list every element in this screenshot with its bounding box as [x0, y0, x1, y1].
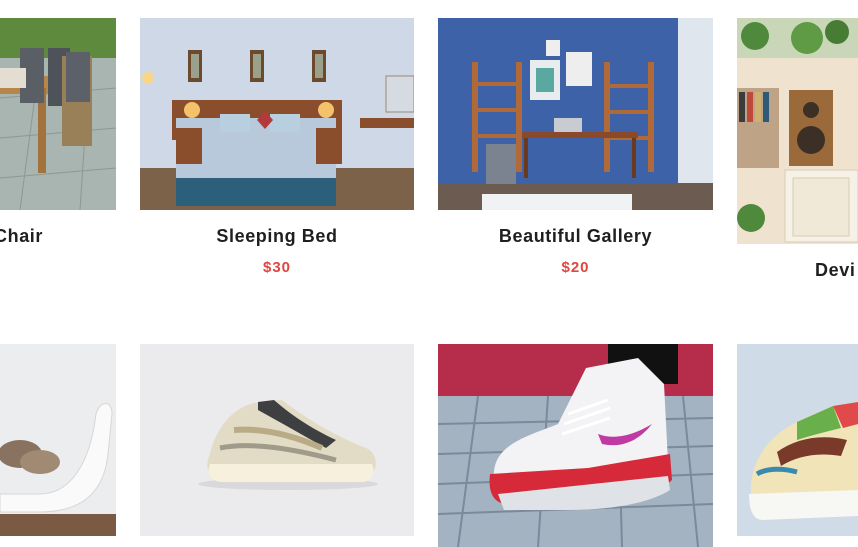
- product-title[interactable]: Sleeping Bed: [140, 226, 414, 247]
- product-title[interactable]: Chair: [0, 226, 50, 247]
- product-title[interactable]: Devi: [815, 260, 858, 281]
- product-image-white-lounge-chair[interactable]: [0, 344, 116, 536]
- product-price: $20: [561, 259, 590, 276]
- product-image-red-sneaker[interactable]: [438, 344, 713, 547]
- product-image-speaker-shelf[interactable]: [737, 18, 858, 244]
- product-title[interactable]: Beautiful Gallery: [438, 226, 713, 247]
- product-image-colorful-sneaker[interactable]: [737, 344, 858, 536]
- product-image-beige-sneaker[interactable]: [140, 344, 414, 536]
- product-image-office-gallery[interactable]: [438, 18, 713, 210]
- product-image-patio-chair[interactable]: [0, 18, 116, 210]
- product-image-bedroom[interactable]: [140, 18, 414, 210]
- product-price: $30: [262, 259, 292, 276]
